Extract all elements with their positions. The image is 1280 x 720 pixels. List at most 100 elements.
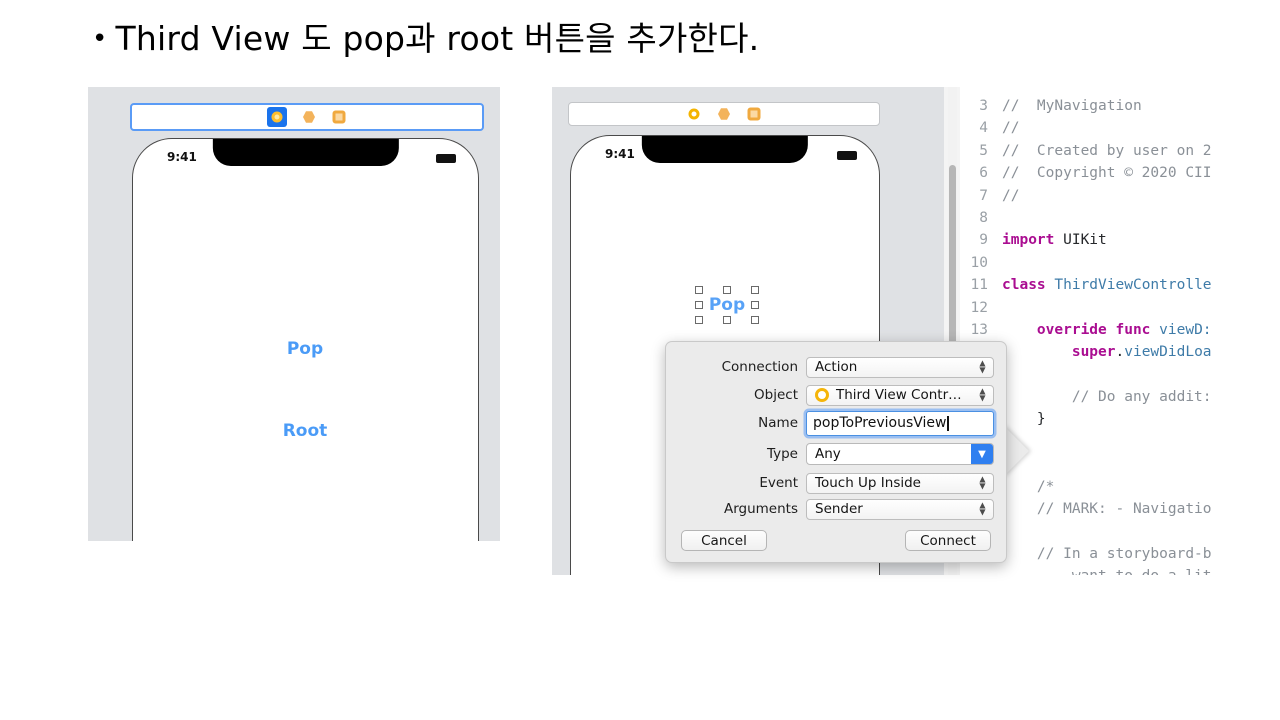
handle-middle-right[interactable] — [751, 301, 759, 309]
handle-top-left[interactable] — [695, 286, 703, 294]
stepper-icon[interactable]: ▲ ▼ — [978, 387, 987, 403]
code-line-number: 8 — [979, 209, 988, 226]
connection-label: Connection — [721, 359, 798, 375]
view-controller-icon — [815, 388, 829, 402]
name-value: popToPreviousView — [813, 415, 947, 431]
battery-icon — [436, 154, 456, 163]
code-line-number: 9 — [979, 232, 988, 249]
name-label: Name — [758, 415, 798, 431]
left-screenshot-panel: 9:41 Pop Root — [88, 87, 500, 541]
name-row: Name popToPreviousView — [666, 410, 1006, 436]
arguments-row: Arguments Sender ▲ ▼ — [666, 498, 1006, 520]
code-line: class ThirdViewControlle — [1002, 277, 1212, 294]
code-line: // Do any addit: — [1002, 389, 1212, 406]
code-line: /* — [1002, 478, 1055, 495]
code-line-number: 11 — [970, 277, 988, 294]
connection-select[interactable]: Action ▲ ▼ — [806, 356, 994, 378]
handle-bottom-left[interactable] — [695, 316, 703, 324]
view-controller-icon[interactable] — [686, 106, 702, 122]
exit-icon[interactable] — [331, 109, 347, 125]
status-bar-time: 9:41 — [605, 147, 635, 161]
event-select[interactable]: Touch Up Inside ▲ ▼ — [806, 472, 994, 494]
code-line: import UIKit — [1002, 232, 1107, 249]
code-editor-pane: 34567891011121314151617181920212223 // M… — [960, 87, 1280, 575]
code-line-number: 7 — [979, 187, 988, 204]
view-controller-icon[interactable] — [267, 107, 287, 127]
first-responder-icon[interactable] — [301, 109, 317, 125]
object-select[interactable]: Third View Contr… ▲ ▼ — [806, 384, 994, 406]
arguments-value: Sender — [815, 501, 863, 517]
code-line-number: 10 — [970, 254, 988, 271]
type-row: Type Any ▼ — [666, 443, 1006, 465]
code-line: // — [1002, 187, 1020, 204]
object-value: Third View Contr… — [836, 387, 962, 403]
root-button[interactable]: Root — [283, 421, 328, 441]
code-line: // MyNavigation — [1002, 98, 1142, 114]
left-scene-dock[interactable] — [130, 103, 484, 131]
page-title: • Third View 도 pop과 root 버튼을 추가한다. — [92, 16, 759, 62]
handle-top-right[interactable] — [751, 286, 759, 294]
object-row: Object Third View Contr… ▲ ▼ — [666, 384, 1006, 406]
pop-button[interactable]: Pop — [287, 339, 323, 359]
code-line: override func viewD: — [1036, 321, 1212, 338]
right-scene-dock[interactable] — [568, 102, 880, 126]
object-label: Object — [754, 387, 798, 403]
status-bar-time: 9:41 — [167, 150, 197, 164]
battery-icon — [837, 151, 857, 160]
type-label: Type — [766, 446, 798, 462]
event-value: Touch Up Inside — [815, 475, 921, 491]
handle-top-center[interactable] — [723, 286, 731, 294]
type-combobox[interactable]: Any ▼ — [806, 443, 994, 465]
code-text-area[interactable]: // MyNavigation // // Created by user on 2… — [994, 87, 1280, 575]
code-line: // Created by user on 2 — [1002, 142, 1212, 159]
device-notch — [212, 139, 399, 166]
event-row: Event Touch Up Inside ▲ ▼ — [666, 472, 1006, 494]
code-line-number: 5 — [979, 142, 988, 159]
code-line-number: 12 — [970, 299, 988, 316]
chevron-down-icon[interactable]: ▼ — [971, 444, 993, 464]
left-device-frame: 9:41 Pop Root — [132, 138, 479, 541]
code-line: // In a storyboard-b — [1002, 545, 1212, 562]
selection-handles[interactable] — [695, 286, 759, 324]
connection-row: Connection Action ▲ ▼ — [666, 356, 1006, 378]
event-label: Event — [759, 475, 798, 491]
handle-bottom-right[interactable] — [751, 316, 759, 324]
cancel-button[interactable]: Cancel — [681, 530, 767, 551]
bullet-glyph: • — [92, 24, 108, 54]
code-line: // — [1002, 120, 1020, 137]
connection-value: Action — [815, 359, 858, 375]
code-line-number: 13 — [970, 321, 988, 338]
code-line: super.viewDidLoa — [1071, 344, 1212, 361]
name-input[interactable]: popToPreviousView — [806, 410, 994, 436]
type-value: Any — [815, 446, 841, 462]
code-line: } — [1002, 411, 1046, 428]
code-line: // MARK: - Navigatio — [1002, 501, 1212, 518]
code-line: want to do a lit — [994, 565, 1280, 575]
stepper-icon[interactable]: ▲ ▼ — [978, 501, 987, 517]
device-notch — [641, 136, 809, 163]
connection-popover: Connection Action ▲ ▼ Object Third View C… — [665, 341, 1007, 563]
first-responder-icon[interactable] — [716, 106, 732, 122]
handle-middle-left[interactable] — [695, 301, 703, 309]
text-caret — [947, 415, 949, 431]
arguments-label: Arguments — [723, 501, 798, 517]
code-line-number — [960, 565, 994, 575]
code-line-number: 3 — [979, 98, 988, 114]
handle-bottom-center[interactable] — [723, 316, 731, 324]
code-line-number: 4 — [979, 120, 988, 137]
code-line-number: 6 — [979, 165, 988, 182]
connect-button[interactable]: Connect — [905, 530, 991, 551]
code-line: // Copyright © 2020 CII — [1002, 165, 1212, 182]
arguments-select[interactable]: Sender ▲ ▼ — [806, 498, 994, 520]
exit-icon[interactable] — [746, 106, 762, 122]
stepper-icon[interactable]: ▲ ▼ — [978, 359, 987, 375]
stepper-icon[interactable]: ▲ ▼ — [978, 475, 987, 491]
page-title-text: Third View 도 pop과 root 버튼을 추가한다. — [115, 19, 760, 58]
